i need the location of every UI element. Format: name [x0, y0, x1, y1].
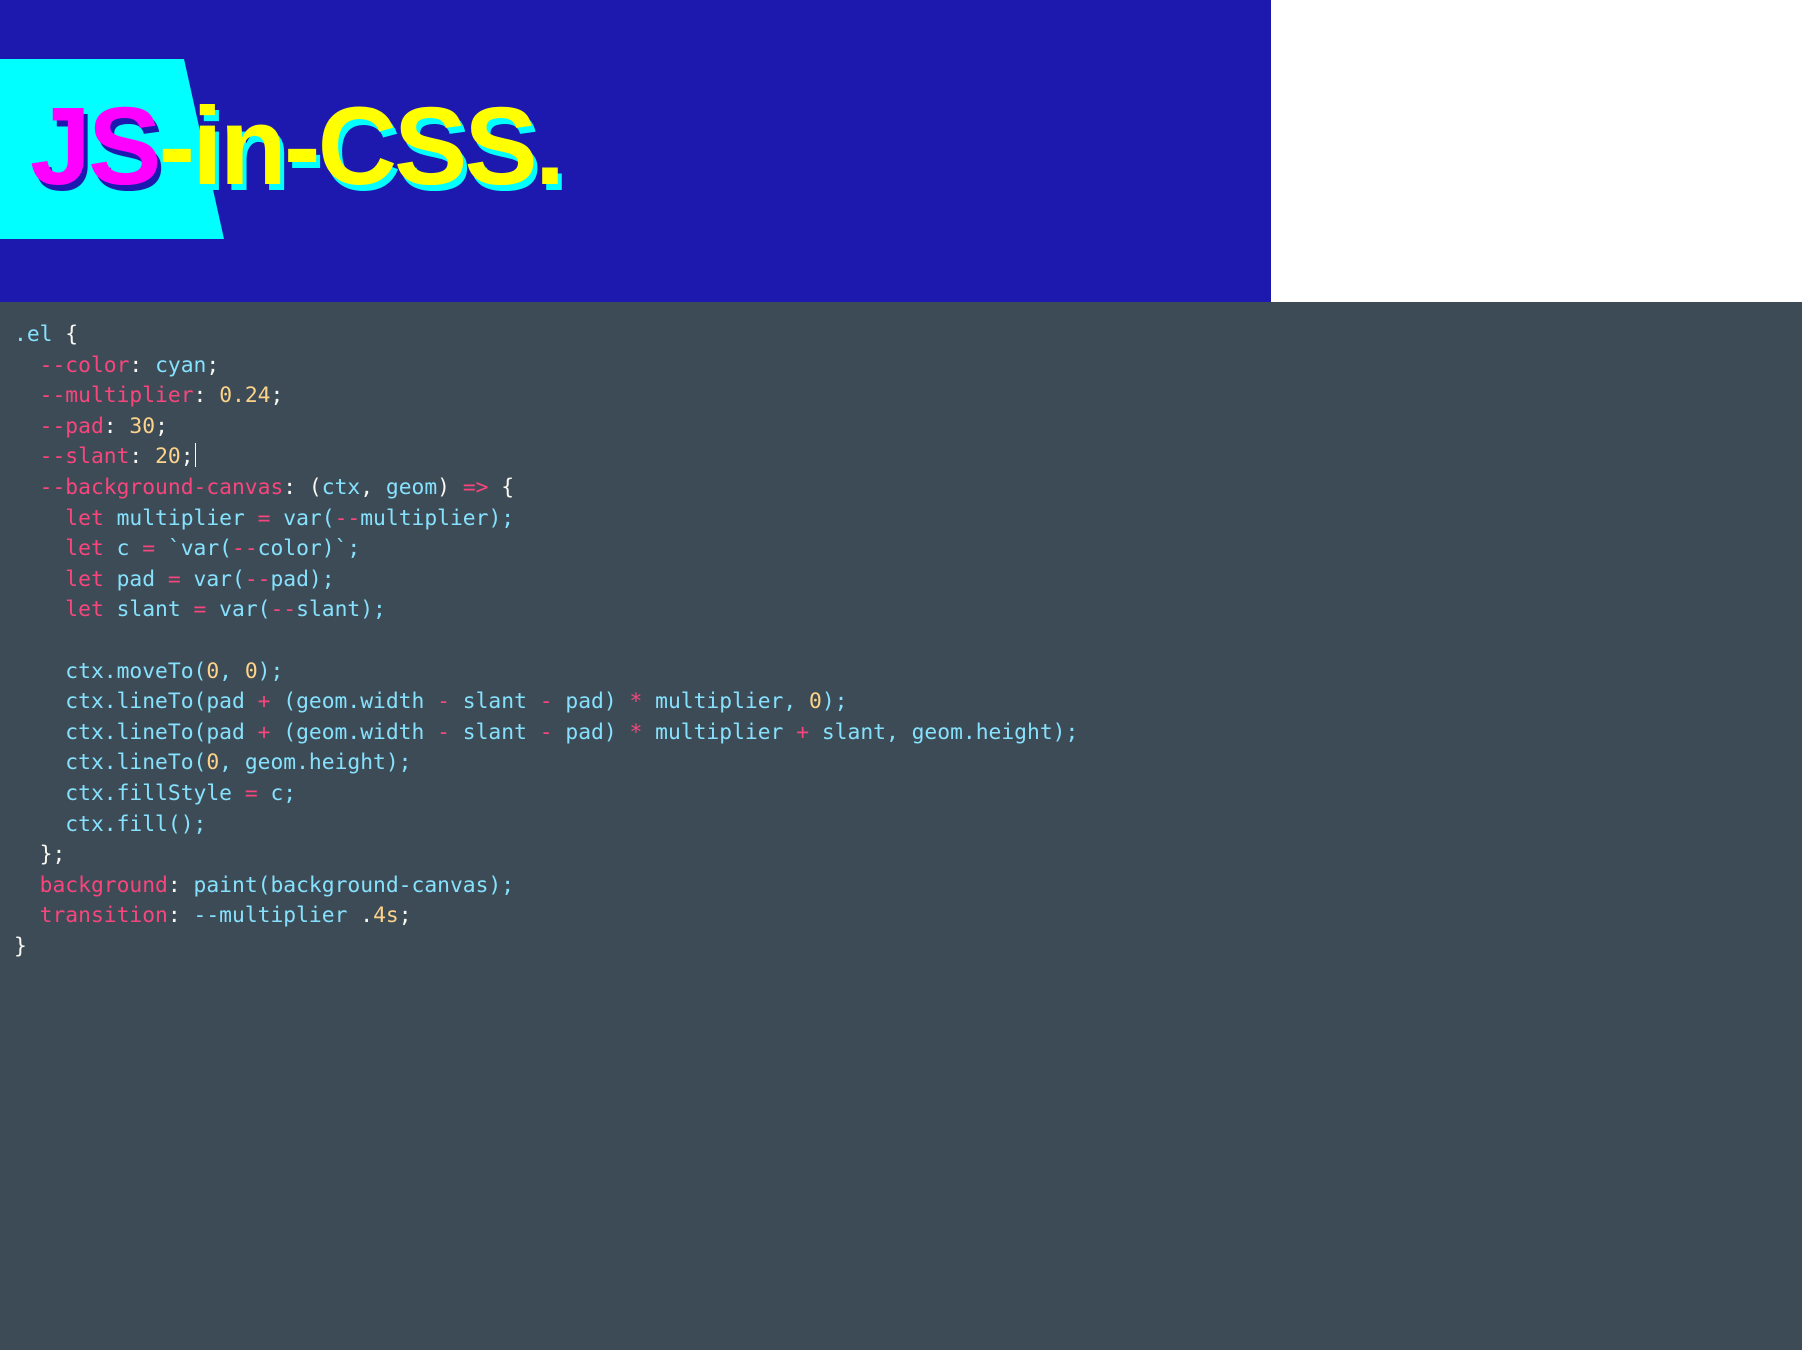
css-value: 30	[129, 414, 155, 439]
hero-banner: JS-in-CSS. JS-in-CSS.	[0, 0, 1271, 302]
css-prop: transition	[40, 903, 168, 928]
keyword: let	[65, 536, 103, 561]
css-prop: background	[40, 873, 168, 898]
text-cursor	[195, 443, 196, 467]
css-prop: --color	[40, 353, 130, 378]
title-rest: -in-CSS.	[159, 85, 563, 208]
css-prop: --pad	[40, 414, 104, 439]
css-value: 0.24	[219, 383, 270, 408]
keyword: let	[65, 506, 103, 531]
keyword: let	[65, 567, 103, 592]
title-js: JS	[30, 85, 159, 208]
selector: .el	[14, 322, 52, 347]
css-value: cyan	[155, 353, 206, 378]
css-prop: --background-canvas	[40, 475, 284, 500]
css-value: 20	[155, 444, 181, 469]
code-editor[interactable]: .el { --color: cyan; --multiplier: 0.24;…	[0, 302, 1802, 1350]
keyword: let	[65, 597, 103, 622]
css-prop: --slant	[40, 444, 130, 469]
slide-title: JS-in-CSS. JS-in-CSS.	[30, 92, 562, 202]
css-prop: --multiplier	[40, 383, 194, 408]
